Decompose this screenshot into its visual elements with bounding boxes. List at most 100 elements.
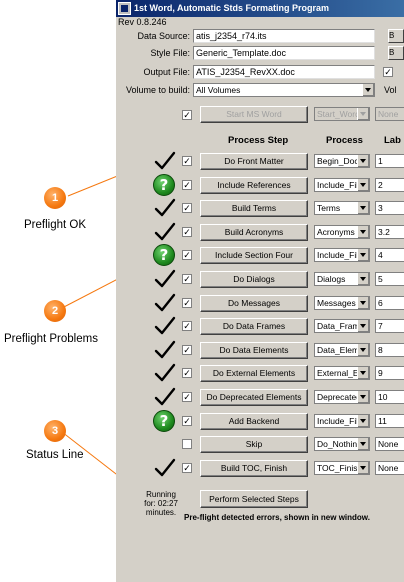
data-source-browse-button[interactable]: B	[388, 29, 404, 43]
step-checkbox[interactable]: ✓	[182, 345, 192, 355]
start-word-combo[interactable]: Start_Word	[314, 107, 370, 121]
step-button[interactable]: Skip	[200, 436, 308, 453]
step-button[interactable]: Build TOC, Finish	[200, 460, 308, 477]
chevron-down-icon[interactable]	[357, 179, 369, 191]
start-word-button[interactable]: Start MS Word	[200, 106, 308, 123]
step-process-combo[interactable]: Acronyms	[314, 225, 370, 239]
style-file-browse-button[interactable]: B	[388, 46, 404, 60]
chevron-down-icon[interactable]	[357, 391, 369, 403]
step-checkbox[interactable]: ✓	[182, 274, 192, 284]
step-label-field[interactable]: 8	[375, 343, 404, 357]
chevron-down-icon[interactable]	[357, 273, 369, 285]
table-row: ? ✓ Add Backend Include_File 11	[116, 410, 404, 432]
start-word-label-field[interactable]: None	[375, 107, 404, 121]
step-process-combo[interactable]: Messages	[314, 296, 370, 310]
step-process-combo[interactable]: Include_File	[314, 414, 370, 428]
style-file-field[interactable]: Generic_Template.doc	[193, 46, 375, 60]
step-button[interactable]: Do Front Matter	[200, 153, 308, 170]
step-checkbox[interactable]: ✓	[182, 368, 192, 378]
step-process-combo[interactable]: Dialogs	[314, 272, 370, 286]
step-process-combo[interactable]: Data_Frame	[314, 319, 370, 333]
step-checkbox[interactable]: ✓	[182, 180, 192, 190]
step-label-field[interactable]: None	[375, 437, 404, 451]
chevron-down-icon[interactable]	[357, 320, 369, 332]
step-button[interactable]: Do Deprecated Elements	[200, 389, 308, 406]
chevron-down-icon[interactable]	[357, 462, 369, 474]
volume-combo[interactable]: All Volumes	[193, 83, 375, 97]
table-row: ✓ Do Data Frames Data_Frame 7	[116, 316, 404, 336]
chevron-down-icon[interactable]	[357, 226, 369, 238]
step-button[interactable]: Do Messages	[200, 295, 308, 312]
step-process-combo[interactable]: Begin_Docu	[314, 154, 370, 168]
callout-3-text: Status Line	[26, 449, 84, 461]
table-row: ? ✓ Include Section Four Include_File 4	[116, 244, 404, 266]
output-file-field[interactable]: ATIS_J2354_RevXX.doc	[193, 65, 375, 79]
step-checkbox[interactable]: ✓	[182, 416, 192, 426]
step-label-field[interactable]: 10	[375, 390, 404, 404]
status-line: Pre-flight detected errors, shown in new…	[184, 513, 370, 522]
step-label-field[interactable]: 5	[375, 272, 404, 286]
step-process-combo[interactable]: Do_Nothing	[314, 437, 370, 451]
step-process-combo[interactable]: Deprecated_	[314, 390, 370, 404]
step-button[interactable]: Do Dialogs	[200, 271, 308, 288]
chevron-down-icon[interactable]	[357, 367, 369, 379]
step-checkbox[interactable]: ✓	[182, 392, 192, 402]
chevron-down-icon[interactable]	[357, 438, 369, 450]
step-label-field[interactable]: 2	[375, 178, 404, 192]
chevron-down-icon[interactable]	[357, 202, 369, 214]
start-word-checkbox[interactable]: ✓	[182, 110, 192, 120]
chevron-down-icon[interactable]	[357, 344, 369, 356]
chevron-down-icon[interactable]	[357, 415, 369, 427]
version-label: Rev 0.8.246	[118, 17, 167, 27]
step-process-combo[interactable]: Include_File	[314, 248, 370, 262]
step-button[interactable]: Include Section Four	[200, 247, 308, 264]
step-process-combo[interactable]: External_En	[314, 366, 370, 380]
chevron-down-icon[interactable]	[357, 297, 369, 309]
step-checkbox[interactable]: ✓	[182, 250, 192, 260]
step-checkbox[interactable]: ✓	[182, 203, 192, 213]
step-checkbox[interactable]: ✓	[182, 321, 192, 331]
step-process-combo[interactable]: TOC_Finish	[314, 461, 370, 475]
callout-2-badge: 2	[44, 300, 66, 322]
app-window: 1st Word, Automatic Stds Formating Progr…	[116, 0, 404, 582]
step-checkbox[interactable]: ✓	[182, 463, 192, 473]
preflight-ok-check-icon	[154, 151, 176, 170]
chevron-down-icon[interactable]	[357, 108, 369, 120]
step-label-field[interactable]: 6	[375, 296, 404, 310]
step-process-combo[interactable]: Include_File	[314, 178, 370, 192]
step-process-combo[interactable]: Data_Eleme	[314, 343, 370, 357]
output-file-checkbox[interactable]: ✓	[383, 67, 393, 77]
step-label-field[interactable]: None	[375, 461, 404, 475]
step-checkbox[interactable]	[182, 439, 192, 449]
step-label-field[interactable]: 9	[375, 366, 404, 380]
chevron-down-icon[interactable]	[357, 249, 369, 261]
step-button[interactable]: Build Terms	[200, 200, 308, 217]
step-button[interactable]: Do External Elements	[200, 365, 308, 382]
table-row: ✓ Do External Elements External_En 9	[116, 363, 404, 383]
step-button[interactable]: Include References	[200, 177, 308, 194]
chevron-down-icon[interactable]	[362, 84, 374, 96]
preflight-ok-check-icon	[154, 269, 176, 288]
table-row: ✓ Do Messages Messages 6	[116, 293, 404, 313]
header-process: Process	[326, 135, 363, 146]
step-label-field[interactable]: 1	[375, 154, 404, 168]
step-button[interactable]: Do Data Elements	[200, 342, 308, 359]
chevron-down-icon[interactable]	[357, 155, 369, 167]
step-checkbox[interactable]: ✓	[182, 156, 192, 166]
step-button[interactable]: Build Acronyms	[200, 224, 308, 241]
step-label-field[interactable]: 3.2	[375, 225, 404, 239]
perform-selected-steps-button[interactable]: Perform Selected Steps	[200, 490, 308, 508]
step-label-field[interactable]: 3	[375, 201, 404, 215]
step-button[interactable]: Do Data Frames	[200, 318, 308, 335]
step-label-field[interactable]: 11	[375, 414, 404, 428]
step-button[interactable]: Add Backend	[200, 413, 308, 430]
step-process-value: Include_File	[317, 250, 363, 260]
step-checkbox[interactable]: ✓	[182, 298, 192, 308]
title-bar[interactable]: 1st Word, Automatic Stds Formating Progr…	[116, 0, 404, 17]
table-row: ✓ Build TOC, Finish TOC_Finish None	[116, 458, 404, 478]
step-label-field[interactable]: 7	[375, 319, 404, 333]
step-checkbox[interactable]: ✓	[182, 227, 192, 237]
data-source-field[interactable]: atis_j2354_r74.its	[193, 29, 375, 43]
step-label-field[interactable]: 4	[375, 248, 404, 262]
step-process-combo[interactable]: Terms	[314, 201, 370, 215]
